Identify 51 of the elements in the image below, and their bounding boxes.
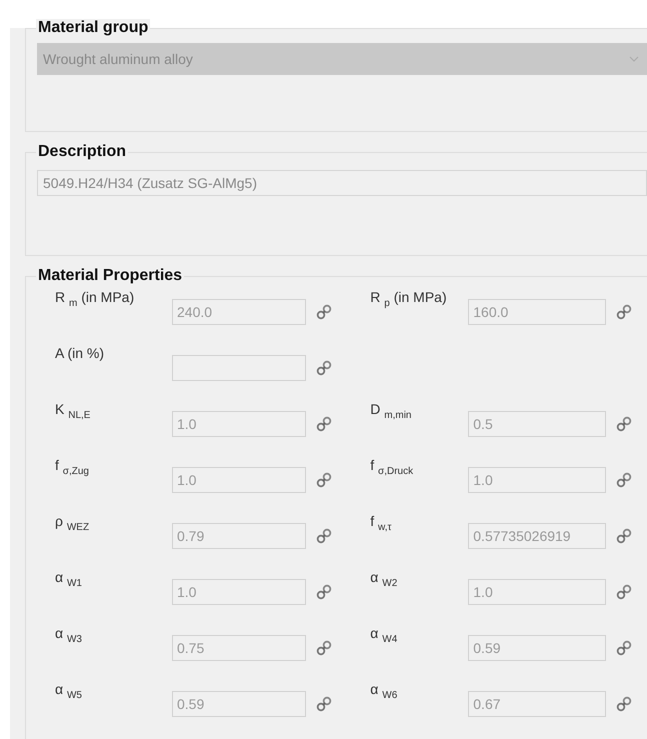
property-field[interactable] (172, 355, 306, 381)
property-label: R $_{p}$ (in MPa) (370, 288, 448, 309)
chain-link-icon[interactable] (616, 304, 632, 320)
property-label: α $_{W4}$ (370, 624, 398, 645)
property-label: A (in %) (55, 344, 106, 361)
property-label: f $_{w,τ}$ (370, 512, 392, 533)
chain-link-icon[interactable] (616, 696, 632, 712)
property-field[interactable]: 0.5 (468, 411, 606, 437)
chain-link-icon[interactable] (316, 696, 332, 712)
property-field[interactable]: 0.59 (172, 691, 306, 717)
chain-link-icon[interactable] (316, 640, 332, 656)
property-label: D $_{m,min}$ (370, 400, 412, 421)
property-field[interactable]: 240.0 (172, 299, 306, 325)
property-label: f $_{σ,Druck}$ (370, 456, 414, 477)
group-title: Description (36, 143, 128, 161)
chain-link-icon[interactable] (316, 416, 332, 432)
property-field[interactable]: 0.79 (172, 523, 306, 549)
chain-link-icon[interactable] (616, 528, 632, 544)
chain-link-icon[interactable] (316, 304, 332, 320)
property-label: K $_{NL,E}$ (55, 400, 92, 421)
property-field[interactable]: 1.0 (172, 411, 306, 437)
chevron-down-icon (629, 56, 639, 62)
property-field[interactable]: 0.57735026919 (468, 523, 606, 549)
property-field[interactable]: 1.0 (172, 579, 306, 605)
property-label: α $_{W6}$ (370, 680, 398, 701)
property-field[interactable]: 0.67 (468, 691, 606, 717)
chain-link-icon[interactable] (316, 360, 332, 376)
property-field[interactable]: 0.59 (468, 635, 606, 661)
chain-link-icon[interactable] (316, 584, 332, 600)
property-label: R $_{m}$ (in MPa) (55, 288, 136, 309)
chain-link-icon[interactable] (316, 472, 332, 488)
property-label: f $_{σ,Zug}$ (55, 456, 90, 477)
property-field[interactable]: 160.0 (468, 299, 606, 325)
property-label: α $_{W3}$ (55, 624, 83, 645)
property-label: α $_{W2}$ (370, 568, 398, 589)
group-title: Material group (36, 19, 150, 37)
property-label: ρ $_{WEZ}$ (55, 512, 90, 533)
chain-link-icon[interactable] (616, 584, 632, 600)
property-field[interactable]: 1.0 (468, 467, 606, 493)
chain-link-icon[interactable] (616, 416, 632, 432)
property-field[interactable]: 1.0 (468, 579, 606, 605)
property-field[interactable]: 0.75 (172, 635, 306, 661)
chain-link-icon[interactable] (316, 528, 332, 544)
group-title: Material Properties (36, 267, 184, 285)
chain-link-icon[interactable] (616, 472, 632, 488)
description-field[interactable]: 5049.H24/H34 (Zusatz SG-AlMg5) (37, 170, 647, 196)
material-group-dropdown[interactable]: Wrought aluminum alloy (37, 43, 647, 75)
property-label: α $_{W5}$ (55, 680, 83, 701)
chain-link-icon[interactable] (616, 640, 632, 656)
property-field[interactable]: 1.0 (172, 467, 306, 493)
property-label: α $_{W1}$ (55, 568, 83, 589)
